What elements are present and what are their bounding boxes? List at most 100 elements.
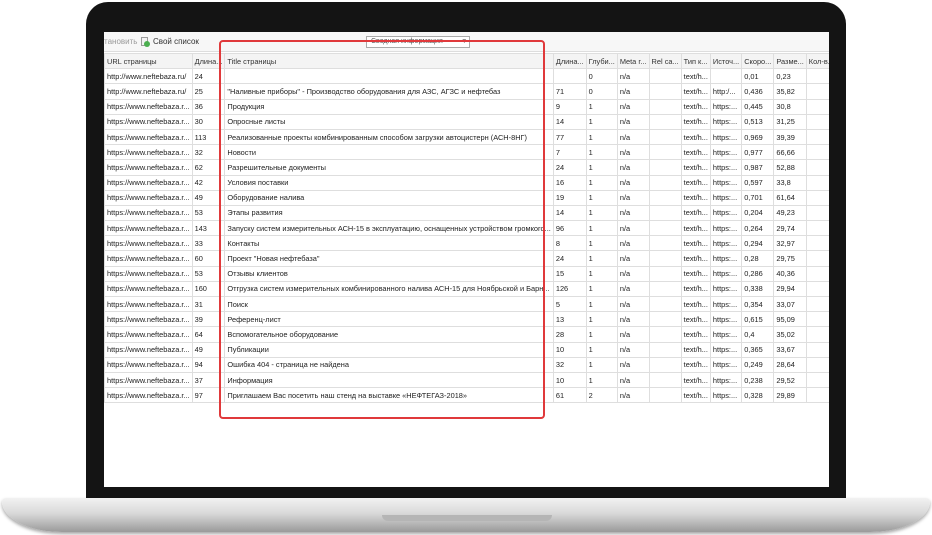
table-cell: 5 (552, 295, 587, 313)
table-cell: 1 (585, 159, 618, 176)
table-cell (648, 311, 682, 328)
table-cell: Отзывы клиентов (224, 265, 554, 282)
table-row[interactable]: https://www.neftebaza.r... 97 Приглашаем В… (104, 387, 829, 404)
table-row[interactable]: http://www.neftebaza.ru/24 0 n/a text/h... 0… (104, 68, 829, 85)
table-row[interactable]: https://www.neftebaza.r... 36 Продукция 9 1 n… (104, 98, 829, 115)
table-cell: https:... (709, 98, 743, 115)
table-header-row: URL страницы Длина... Title страницы Длина.… (104, 52, 829, 70)
table-cell (648, 356, 682, 373)
table-cell: 0,977 (741, 144, 775, 161)
column-header[interactable]: Meta r... (616, 52, 650, 70)
table-cell: 52,88 (773, 159, 807, 176)
table-cell: https:... (709, 371, 743, 389)
install-button[interactable]: тановить (104, 32, 137, 52)
table-cell (648, 371, 682, 389)
table-row[interactable]: https://www.neftebaza.r... 49 Оборудование… (104, 189, 829, 206)
table-cell: text/h... (680, 250, 711, 267)
table-row[interactable]: https://www.neftebaza.r... 37 Информация 10… (104, 371, 829, 389)
table-row[interactable]: https://www.neftebaza.r... 64 Вспомогатель… (104, 326, 829, 343)
table-row[interactable]: https://www.neftebaza.r... 143 Запуску сис… (104, 220, 829, 237)
column-header[interactable]: Скоро... (741, 52, 775, 70)
table-cell: n/a (616, 280, 650, 298)
table-cell: 0,264 (741, 220, 775, 237)
table-row[interactable]: https://www.neftebaza.r... 113 Реализованн… (104, 128, 829, 146)
table-row[interactable]: https://www.neftebaza.r... 53 Этапы развит… (104, 204, 829, 222)
table-row[interactable]: https://www.neftebaza.r... 32 Новости 7 1 n/a… (104, 144, 829, 161)
table-cell (648, 68, 682, 85)
table-cell (805, 311, 829, 328)
column-header[interactable]: Title страницы (224, 52, 554, 70)
column-header[interactable]: Глуби... (585, 52, 618, 70)
table-row[interactable]: https://www.neftebaza.r... 60 Проект "Нова… (104, 250, 829, 267)
table-cell (648, 295, 682, 313)
table-cell: n/a (616, 295, 650, 313)
table-cell: text/h... (680, 326, 711, 343)
table-row[interactable]: http://www.neftebaza.ru/25 "Наливные приб… (104, 83, 829, 100)
table-cell (648, 174, 682, 191)
table-cell: https:... (709, 280, 743, 298)
table-cell: 1 (585, 189, 618, 206)
column-header[interactable]: Rel ca... (648, 52, 682, 70)
table-cell: 39,39 (773, 128, 807, 146)
table-cell: http://www.neftebaza.ru/ (104, 83, 193, 100)
table-cell: n/a (616, 204, 650, 222)
column-header[interactable]: Разме... (773, 52, 807, 70)
table-cell: Продукция (224, 98, 554, 115)
table-cell: 0,204 (741, 204, 775, 222)
table-cell (805, 113, 829, 130)
table-cell: 32,97 (773, 235, 807, 252)
table-row[interactable]: https://www.neftebaza.r... 53 Отзывы клиен… (104, 265, 829, 282)
table-cell: 0,28 (741, 250, 775, 267)
table-cell: http://www.neftebaza.ru/ (104, 68, 193, 85)
table-cell (648, 144, 682, 161)
table-row[interactable]: https://www.neftebaza.r... 94 Ошибка 404 -… (104, 356, 829, 373)
table-cell: 1 (585, 341, 618, 358)
column-header[interactable]: URL страницы (104, 52, 193, 70)
column-header[interactable]: Источ... (709, 52, 743, 70)
table-cell (805, 204, 829, 222)
table-row[interactable]: https://www.neftebaza.r... 30 Опросные лис… (104, 113, 829, 130)
column-header[interactable]: Кол-в... (805, 52, 829, 70)
table-row[interactable]: https://www.neftebaza.r... 49 Публикации 10… (104, 341, 829, 358)
table-cell (805, 189, 829, 206)
own-list-label: Свой список (153, 37, 199, 46)
table-cell (805, 68, 829, 85)
table-cell: 42 (191, 174, 226, 191)
toolbar: тановить Свой список Сводная информация … (104, 32, 829, 52)
table-cell: n/a (616, 356, 650, 373)
table-row[interactable]: https://www.neftebaza.r... 62 Разрешительн… (104, 159, 829, 176)
table-cell: https://www.neftebaza.r... (104, 387, 193, 404)
column-header[interactable]: Тип к... (680, 52, 711, 70)
table-cell: 29,52 (773, 371, 807, 389)
column-header[interactable]: Длина... (552, 52, 587, 70)
table-cell: n/a (616, 189, 650, 206)
table-cell: https:... (709, 356, 743, 373)
table-cell: 1 (585, 113, 618, 130)
table-cell: 0,4 (741, 326, 775, 343)
table-cell (648, 235, 682, 252)
table-cell: text/h... (680, 265, 711, 282)
table-cell: https://www.neftebaza.r... (104, 341, 193, 358)
table-row[interactable]: https://www.neftebaza.r... 31 Поиск 5 1 n/a te… (104, 295, 829, 313)
table-cell: 8 (552, 235, 587, 252)
table-cell: text/h... (680, 113, 711, 130)
column-header[interactable]: Длина... (191, 52, 226, 70)
table-cell: https:... (709, 311, 743, 328)
table-cell (648, 189, 682, 206)
table-row[interactable]: https://www.neftebaza.r... 160 Отгрузка си… (104, 280, 829, 298)
table-cell: text/h... (680, 295, 711, 313)
table-cell: Проект "Новая нефтебаза" (224, 250, 554, 267)
view-select[interactable]: Сводная информация ▾ (366, 36, 470, 48)
table-cell (805, 295, 829, 313)
table-row[interactable]: https://www.neftebaza.r... 39 Референц-лис… (104, 311, 829, 328)
table-cell: n/a (616, 83, 650, 100)
table-row[interactable]: https://www.neftebaza.r... 42 Условия пост… (104, 174, 829, 191)
table-cell: 19 (552, 189, 587, 206)
own-list-button[interactable]: Свой список (140, 32, 199, 52)
table-row[interactable]: https://www.neftebaza.r... 33 Контакты 8 1 n/… (104, 235, 829, 252)
table-cell: 0,286 (741, 265, 775, 282)
table-cell: text/h... (680, 83, 711, 100)
table-cell: 29,89 (773, 387, 807, 404)
table-cell: 14 (552, 204, 587, 222)
table-cell: 0,615 (741, 311, 775, 328)
